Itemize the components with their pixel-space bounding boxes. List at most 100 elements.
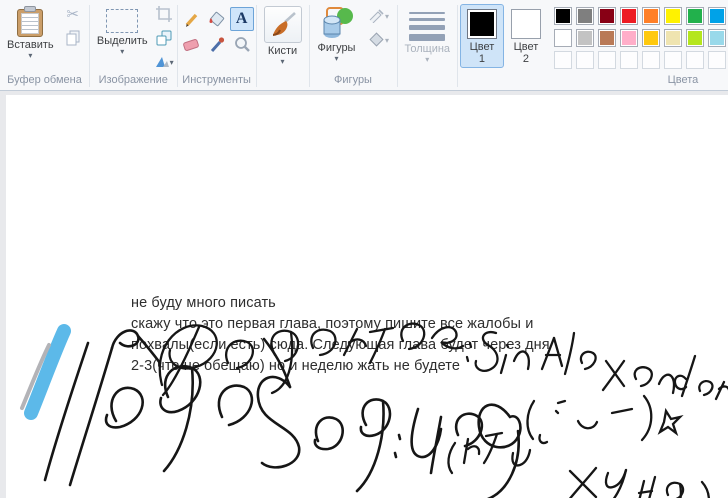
shapes-group-label: Фигуры [311, 73, 394, 90]
palette-empty-slot [554, 51, 572, 69]
shape-fill-icon [368, 32, 385, 47]
brushes-button[interactable]: Кисти ▾ [259, 3, 307, 65]
color2-label: Цвет [514, 41, 539, 53]
scissors-icon: ✂ [66, 5, 79, 23]
palette-color[interactable] [708, 7, 726, 25]
shape-outline-icon [368, 8, 385, 23]
palette-empty-slot [664, 51, 682, 69]
fill-tool-button[interactable] [205, 7, 229, 31]
shape-fill-button[interactable]: ▾ [363, 29, 393, 50]
brushes-dropdown-caret[interactable]: ▾ [281, 58, 285, 65]
select-rectangle-icon [106, 9, 138, 33]
tools-group: A [178, 0, 256, 90]
color-picker-tool-button[interactable] [205, 32, 229, 56]
copy-icon [64, 29, 82, 47]
paste-clipboard-icon [17, 6, 43, 37]
line-thickness-icon [409, 12, 445, 41]
paste-button[interactable]: Вставить ▾ [2, 3, 59, 59]
palette-color[interactable] [686, 29, 704, 47]
size-dropdown-caret[interactable]: ▾ [425, 56, 429, 63]
tools-group-label: Инструменты [180, 73, 254, 90]
eraser-icon [182, 36, 201, 52]
palette-empty-slot [576, 51, 594, 69]
brush-frame [264, 6, 302, 43]
colors-group: Цвет 1 Цвет 2 Цвета [458, 0, 728, 90]
handwriting-layer [0, 91, 728, 498]
brushes-label: Кисти [268, 45, 297, 57]
palette-color[interactable] [620, 29, 638, 47]
handwriting-perevod [45, 330, 520, 498]
palette-color[interactable] [664, 29, 682, 47]
copy-button[interactable] [62, 27, 84, 48]
palette-color[interactable] [554, 7, 572, 25]
image-group-label: Изображение [92, 73, 175, 90]
magnifier-tool-button[interactable] [230, 32, 254, 56]
palette-empty-slot [642, 51, 660, 69]
workarea: не буду много писать скажу что это перва… [0, 91, 728, 498]
clipboard-group-label: Буфер обмена [2, 73, 87, 90]
crop-icon [155, 5, 173, 23]
resize-button[interactable] [153, 27, 175, 48]
shapes-icon [319, 6, 355, 40]
palette-color[interactable] [598, 7, 616, 25]
text-tool-icon: A [236, 11, 248, 27]
palette-empty-slot [620, 51, 638, 69]
palette-empty-slot [686, 51, 704, 69]
palette-color[interactable] [620, 7, 638, 25]
cut-button[interactable]: ✂ [62, 3, 84, 24]
ribbon: Вставить ▾ ✂ Буфер обмена [0, 0, 728, 91]
eyedropper-icon [208, 35, 226, 53]
select-dropdown-caret[interactable]: ▾ [120, 48, 124, 55]
palette-color[interactable] [576, 29, 594, 47]
color1-swatch [467, 9, 497, 39]
select-button[interactable]: Выделить ▾ [92, 3, 153, 55]
palette-grid [554, 7, 726, 69]
brush-icon [267, 9, 299, 41]
shape-fill-caret[interactable]: ▾ [385, 37, 389, 44]
size-label: Толщина [404, 43, 450, 55]
paste-dropdown-caret[interactable]: ▾ [28, 52, 32, 59]
shapes-button[interactable]: Фигуры ▾ [313, 3, 361, 62]
shapes-group: Фигуры ▾ ▾ ▾ Фигуры [309, 0, 396, 90]
brushes-group-label [259, 73, 307, 90]
paste-label: Вставить [7, 39, 54, 51]
color2-swatch [511, 9, 541, 39]
palette-color[interactable] [708, 29, 726, 47]
image-group: Выделить ▾ [90, 0, 177, 90]
resize-icon [155, 29, 173, 47]
shapes-dropdown-caret[interactable]: ▾ [335, 55, 339, 62]
pencil-tool-button[interactable] [180, 7, 204, 31]
palette-empty-slot [598, 51, 616, 69]
color2-number: 2 [523, 53, 529, 65]
magnifier-icon [233, 35, 251, 53]
brushes-group: Кисти ▾ [257, 0, 309, 90]
shape-outline-button[interactable]: ▾ [363, 5, 393, 26]
size-group: Толщина ▾ [397, 0, 457, 90]
palette-color[interactable] [554, 29, 572, 47]
color1-label: Цвет [470, 41, 495, 53]
rotate-button[interactable]: ▾ [153, 51, 175, 72]
select-label: Выделить [97, 35, 148, 47]
palette-color[interactable] [576, 7, 594, 25]
size-button[interactable]: Толщина ▾ [399, 3, 455, 63]
rotate-dropdown-caret[interactable]: ▾ [170, 59, 174, 66]
palette-color[interactable] [598, 29, 616, 47]
text-tool-button[interactable]: A [230, 7, 254, 31]
palette-color[interactable] [664, 7, 682, 25]
palette-color[interactable] [642, 7, 660, 25]
color2-button[interactable]: Цвет 2 [504, 4, 548, 68]
color1-button[interactable]: Цвет 1 [460, 4, 504, 68]
palette-color[interactable] [686, 7, 704, 25]
palette-color[interactable] [642, 29, 660, 47]
eraser-tool-button[interactable] [180, 32, 204, 56]
crop-button[interactable] [153, 3, 175, 24]
color1-number: 1 [479, 53, 485, 65]
shapes-label: Фигуры [318, 42, 356, 54]
shape-outline-caret[interactable]: ▾ [385, 13, 389, 20]
rotate-icon [154, 54, 170, 70]
clipboard-group: Вставить ▾ ✂ Буфер обмена [0, 0, 89, 90]
palette-empty-slot [708, 51, 726, 69]
pencil-icon [183, 10, 201, 28]
handwriting-smiley [527, 396, 680, 443]
fill-bucket-icon [207, 10, 226, 29]
